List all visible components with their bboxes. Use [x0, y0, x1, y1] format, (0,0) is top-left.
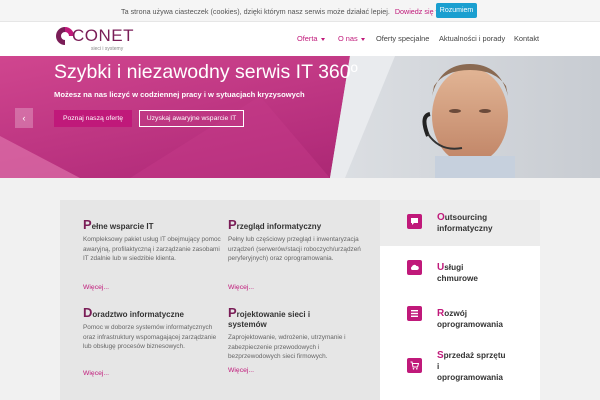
caret-down-icon [320, 37, 325, 41]
cloud-icon [407, 260, 422, 275]
feature-title-text: ełne wsparcie IT [91, 222, 154, 231]
more-link[interactable]: Więcej... [228, 284, 254, 291]
sidebar-initial: O [437, 212, 445, 223]
cookie-bar: Ta strona używa ciasteczek (cookies), dz… [0, 0, 600, 22]
cookie-text: Ta strona używa ciasteczek (cookies), dz… [121, 7, 456, 16]
feature-title: Przegląd informatyczny [228, 217, 368, 232]
feature-description: Pomoc w doborze systemów informatycznych… [83, 324, 217, 351]
sidebar-line2: oprogramowania [437, 320, 503, 329]
nav-label: Oferta [297, 34, 318, 43]
more-link[interactable]: Więcej... [83, 370, 109, 377]
list-icon [407, 306, 422, 321]
site-header: CONET sieci i systemy Oferta O nas Ofert… [0, 22, 600, 56]
sidebar-line1: przedaż sprzętu [443, 351, 506, 360]
feature-initial: P [83, 217, 92, 232]
nav-item-o-nas[interactable]: O nas [338, 34, 365, 43]
sidebar-item-cloud[interactable]: Usługi chmurowe [380, 246, 540, 292]
sidebar-line2: i oprogramowania [437, 362, 503, 382]
nav-item-aktualnosci[interactable]: Aktualności i porady [439, 34, 505, 43]
feature-initial: P [228, 305, 237, 320]
feature-title-text: rojektowanie sieci i systemów [228, 310, 311, 329]
cookie-accept-button[interactable]: Rozumiem [436, 3, 477, 18]
caret-down-icon [360, 37, 365, 41]
cookie-message: Ta strona używa ciasteczek (cookies), dz… [121, 7, 390, 16]
feature-title-text: rzegląd informatyczny [236, 222, 322, 231]
hero-banner: Szybki i niezawodny serwis IT 360º Możes… [0, 56, 600, 178]
feature-item: Projektowanie sieci i systemów Zaprojekt… [228, 305, 346, 362]
sidebar-line1: ozwój [444, 309, 467, 318]
nav-item-kontakt[interactable]: Kontakt [514, 34, 539, 43]
sidebar-item-sales[interactable]: Sprzedaż sprzętu i oprogramowania [380, 338, 540, 400]
more-link[interactable]: Więcej... [228, 367, 254, 374]
sidebar-label: Rozwój oprogramowania [437, 308, 503, 330]
feature-title: Doradztwo informatyczne [83, 305, 223, 320]
sidebar-item-software[interactable]: Rozwój oprogramowania [380, 292, 540, 338]
hero-title: Szybki i niezawodny serwis IT 360º [54, 61, 358, 83]
feature-title: Projektowanie sieci i systemów [228, 305, 338, 330]
sidebar-line1: sługi [444, 263, 464, 272]
more-link[interactable]: Więcej... [83, 284, 109, 291]
feature-title-text: oradztwo informatyczne [92, 310, 184, 319]
feature-description: Kompleksowy pakiet usług IT obejmujący p… [83, 236, 221, 263]
feature-item: Pełne wsparcie IT Kompleksowy pakiet usł… [83, 217, 223, 264]
cart-icon [407, 358, 422, 373]
service-sidebar: Outsourcing informatyczny Usługi chmurowe … [380, 200, 540, 400]
logo-title: CONET [72, 26, 134, 45]
hero-subtitle: Możesz na nas liczyć w codziennej pracy … [54, 90, 305, 99]
sidebar-item-outsourcing[interactable]: Outsourcing informatyczny [380, 200, 540, 246]
feature-item: Doradztwo informatyczne Pomoc w doborze … [83, 305, 223, 352]
feature-description: Zaprojektowanie, wdrożenie, utrzymanie i… [228, 334, 346, 361]
feature-initial: D [83, 305, 93, 320]
sidebar-label: Outsourcing informatyczny [437, 212, 493, 234]
emergency-support-button[interactable]: Uzyskaj awaryjne wsparcie IT [139, 110, 244, 127]
features-panel: Pełne wsparcie IT Kompleksowy pakiet usł… [60, 200, 380, 400]
sidebar-initial: S [437, 350, 444, 361]
nav-item-oferta[interactable]: Oferta [297, 34, 325, 43]
feature-item: Przegląd informatyczny Pełny lub częścio… [228, 217, 368, 264]
feature-description: Pełny lub częściowy przegląd i inwentary… [228, 236, 361, 263]
offer-button[interactable]: Poznaj naszą ofertę [54, 110, 132, 127]
chat-icon [407, 214, 422, 229]
sidebar-line1: utsourcing [444, 213, 488, 222]
nav-label: O nas [338, 34, 358, 43]
logo[interactable]: CONET sieci i systemy [55, 24, 134, 54]
logo-subtitle: sieci i systemy [91, 46, 124, 52]
feature-initial: P [228, 217, 237, 232]
sidebar-label: Sprzedaż sprzętu i oprogramowania [437, 350, 507, 383]
sidebar-label: Usługi chmurowe [437, 262, 478, 284]
feature-title: Pełne wsparcie IT [83, 217, 223, 232]
services-section: Pełne wsparcie IT Kompleksowy pakiet usł… [0, 178, 600, 400]
slider-prev-icon[interactable]: ‹ [15, 108, 33, 128]
nav-item-oferty-specjalne[interactable]: Oferty specjalne [376, 34, 429, 43]
sidebar-line2: chmurowe [437, 274, 478, 283]
sidebar-line2: informatyczny [437, 224, 493, 233]
